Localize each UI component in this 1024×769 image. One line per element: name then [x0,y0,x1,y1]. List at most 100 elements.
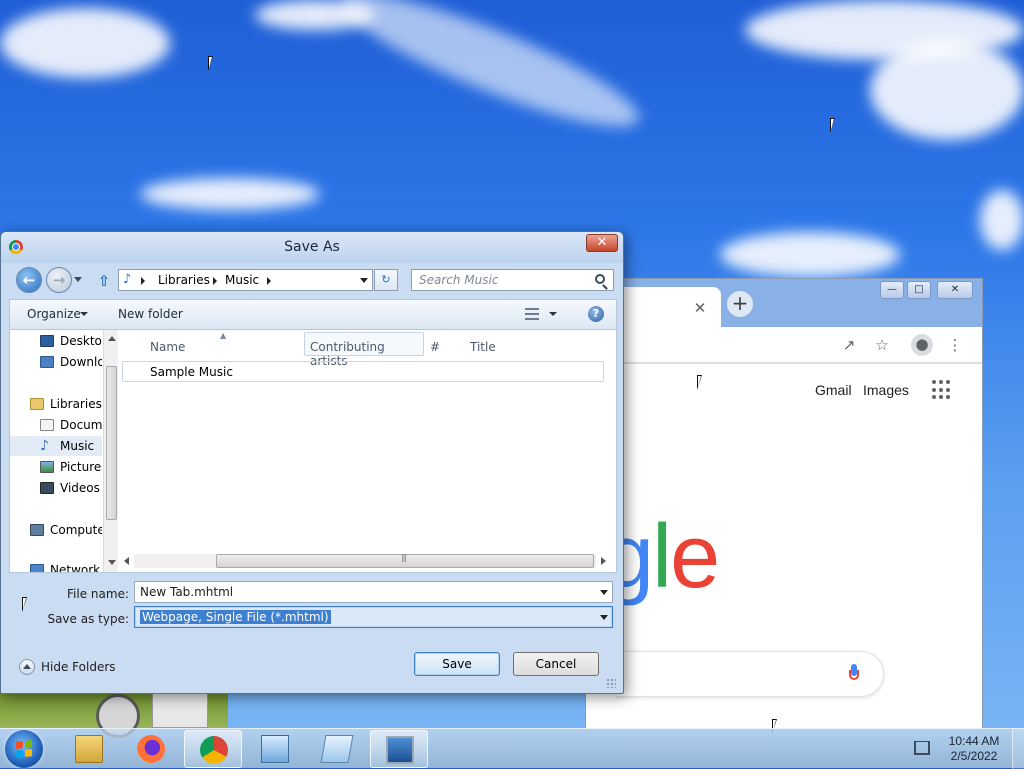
menu-kebab-icon[interactable]: ⋮ [945,335,965,355]
windows-logo-icon [16,740,32,758]
save-as-type-select[interactable]: Webpage, Single File (*.mhtml) [134,606,613,628]
taskbar-notepad[interactable] [308,730,366,768]
desktop-cloud [0,8,170,78]
help-icon[interactable]: ? [588,306,604,322]
breadcrumb-libraries[interactable]: Libraries [158,273,210,287]
show-desktop-button[interactable] [1012,729,1024,769]
recent-locations-chevron-icon[interactable] [74,277,82,282]
close-window-button[interactable]: ✕ [937,281,973,299]
command-bar: Organize New folder ? [9,299,617,329]
google-search-box[interactable] [616,651,884,697]
desktop-cloud [870,40,1024,140]
chrome-icon [200,736,228,764]
start-button[interactable] [5,730,43,768]
column-header-contributing-artists[interactable]: Contributing artists [304,332,424,368]
back-button[interactable]: ← [16,267,42,293]
tab-strip: ✕ + — □ ✕ [586,279,982,327]
nav-item-pictures[interactable]: Pictures [10,457,102,477]
back-arrow-icon: ← [22,271,36,289]
column-header-title[interactable]: Title [470,340,496,354]
horizontal-scrollbar[interactable] [120,553,610,570]
dialog-close-button[interactable]: ✕ [586,234,618,252]
search-placeholder: Search Music [419,273,499,287]
dialog-titlebar[interactable]: Save As ✕ [1,232,623,263]
address-dropdown-icon[interactable] [360,278,368,283]
scroll-thumb[interactable] [106,366,117,520]
chrome-window[interactable]: ✕ + — □ ✕ ↗ ☆ ● ⋮ Gmail Images gle [585,278,983,728]
nav-item-documents[interactable]: Documents [10,415,102,435]
up-folder-icon[interactable]: ⇧ [95,272,113,290]
navigation-row: ← → ⇧ ♪ Libraries Music ↻ Search Music [1,263,623,297]
close-tab-icon[interactable]: ✕ [692,300,708,316]
share-icon[interactable]: ↗ [839,335,859,355]
nav-item-computer[interactable]: Computer [10,520,102,540]
breadcrumb-separator-icon[interactable] [213,277,217,285]
file-name-dropdown-icon[interactable] [600,590,608,595]
scroll-left-arrow-icon[interactable] [124,557,129,565]
nav-label: Documents [60,418,102,432]
breadcrumb-music[interactable]: Music [225,273,259,287]
search-music-input[interactable]: Search Music [411,269,614,291]
desktop-cloud [140,178,320,210]
profile-avatar-icon[interactable]: ● [911,334,933,356]
new-tab-button[interactable]: + [727,291,753,317]
nav-item-desktop[interactable]: Desktop [10,331,102,351]
libraries-icon [30,398,44,410]
music-icon: ♪ [123,272,132,287]
documents-icon [40,419,54,431]
nav-item-libraries[interactable]: Libraries [10,394,102,414]
list-item[interactable]: Sample Music [122,361,604,382]
nav-item-network[interactable]: Network [10,560,102,572]
browser-toolbar: ↗ ☆ ● ⋮ [586,327,982,363]
save-as-type-dropdown-icon[interactable] [600,615,608,620]
downloads-icon [40,356,54,368]
change-view-icon[interactable] [525,308,539,320]
save-as-dialog[interactable]: Save As ✕ ← → ⇧ ♪ Libraries Music ↻ Sear… [0,231,624,694]
nav-item-downloads[interactable]: Downloads [10,352,102,372]
nav-item-videos[interactable]: Videos [10,478,102,498]
taskbar-remote-desktop[interactable] [370,730,428,768]
voice-search-icon[interactable] [849,664,859,686]
minimize-button[interactable]: — [880,281,904,299]
maximize-button[interactable]: □ [907,281,931,299]
scroll-right-arrow-icon[interactable] [601,557,606,565]
breadcrumb-separator-icon[interactable] [267,277,271,285]
bookmark-star-icon[interactable]: ☆ [872,335,892,355]
images-link[interactable]: Images [863,382,909,398]
desktop-cloud [330,0,650,148]
music-icon: ♪ [40,438,49,454]
taskbar-explorer[interactable] [60,730,118,768]
search-icon[interactable] [595,274,605,284]
organize-button[interactable]: Organize [27,307,81,321]
resize-grip-icon[interactable] [606,678,616,688]
view-dropdown-icon[interactable] [549,312,557,316]
scroll-up-arrow-icon[interactable] [108,336,116,341]
firefox-icon [137,735,165,763]
save-button[interactable]: Save [414,652,500,676]
nav-item-music[interactable]: ♪ Music [10,436,102,456]
cancel-button[interactable]: Cancel [513,652,599,676]
column-header-number[interactable]: # [430,340,440,354]
save-as-type-value: Webpage, Single File (*.mhtml) [140,610,331,624]
refresh-icon[interactable]: ↻ [374,269,398,291]
file-name-field[interactable]: New Tab.mhtml [134,581,613,603]
new-folder-button[interactable]: New folder [118,307,183,321]
file-name: Sample Music [150,365,233,379]
gmail-link[interactable]: Gmail [815,382,852,398]
taskbar-control-panel[interactable] [246,730,304,768]
organize-dropdown-icon[interactable] [80,312,88,316]
scroll-down-arrow-icon[interactable] [108,560,116,565]
system-clock[interactable]: 10:44 AM 2/5/2022 [944,734,1004,764]
notepad-icon [320,735,354,763]
scroll-thumb[interactable] [216,553,594,568]
column-header-name[interactable]: Name [150,340,185,354]
address-bar[interactable]: ♪ Libraries Music [118,269,373,291]
action-center-icon[interactable] [914,741,930,755]
taskbar-chrome[interactable] [184,730,242,768]
breadcrumb-separator-icon[interactable] [141,277,145,285]
navigation-scrollbar[interactable] [103,330,118,572]
forward-button[interactable]: → [46,267,72,293]
google-apps-icon[interactable] [932,380,952,400]
taskbar-firefox[interactable] [122,730,180,768]
forward-arrow-icon: → [52,271,66,289]
